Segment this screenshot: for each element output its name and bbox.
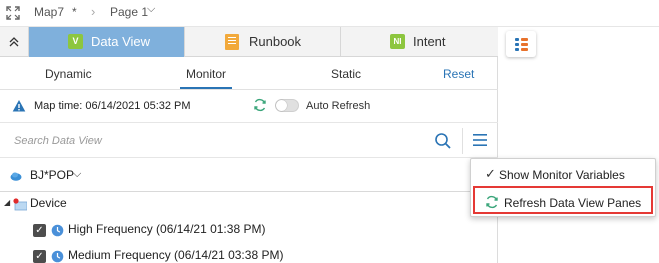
search-row — [0, 124, 498, 158]
tab-intent-label: Intent — [413, 34, 446, 49]
menu-item-label: Show Monitor Variables — [499, 168, 625, 182]
active-subtab-indicator — [180, 87, 232, 89]
tab-data-view[interactable]: V Data View — [29, 27, 185, 57]
auto-refresh-label: Auto Refresh — [306, 100, 371, 112]
tree-item[interactable]: ✓ Medium Frequency (06/14/21 03:38 PM) — [0, 245, 498, 263]
subtab-static[interactable]: Static — [331, 67, 361, 81]
subtab-monitor[interactable]: Monitor — [186, 67, 226, 81]
tab-data-view-label: Data View — [91, 34, 151, 49]
view-mode-tabs: Dynamic Monitor Static Reset — [0, 58, 498, 90]
unsaved-indicator: * — [72, 5, 77, 19]
checkbox-checked[interactable]: ✓ — [33, 224, 46, 237]
refresh-icon[interactable] — [253, 98, 267, 112]
checkmark-icon: ✓ — [485, 166, 496, 181]
double-chevron-up-icon — [9, 37, 19, 47]
data-view-panel: V Data View Runbook NI Intent Dynamic Mo… — [0, 27, 498, 263]
warning-icon — [12, 100, 26, 112]
search-divider — [462, 128, 463, 154]
tab-runbook-label: Runbook — [249, 34, 302, 49]
map-time-row: Map time: 06/14/2021 05:32 PM Auto Refre… — [0, 91, 498, 123]
tab-runbook[interactable]: Runbook — [185, 27, 341, 57]
site-selector-row[interactable]: BJ*POP ⌵ — [0, 159, 498, 192]
site-cloud-icon — [10, 172, 22, 181]
tree-node-label: Device — [30, 196, 67, 210]
search-input[interactable] — [6, 129, 426, 153]
subtab-dynamic[interactable]: Dynamic — [45, 67, 92, 81]
top-breadcrumb-bar: Map7 * › Page 1 ⌵ — [0, 0, 659, 27]
page-dropdown-chevron-icon[interactable]: ⌵ — [147, 3, 155, 16]
runbook-book-icon — [225, 34, 239, 50]
highlight-box — [473, 186, 653, 214]
clock-icon — [51, 250, 64, 263]
checkbox-checked[interactable]: ✓ — [33, 250, 46, 263]
site-dropdown-chevron-icon[interactable]: ⌵ — [73, 168, 81, 181]
tree-item-label: Medium Frequency (06/14/21 03:38 PM) — [68, 248, 284, 262]
site-label: BJ*POP — [30, 168, 75, 182]
clock-icon — [51, 224, 64, 237]
breadcrumb-map[interactable]: Map7 — [34, 5, 64, 19]
map-time-text: Map time: 06/14/2021 05:32 PM — [34, 100, 191, 112]
intent-badge-icon: NI — [390, 34, 405, 49]
tree-item-label: High Frequency (06/14/21 01:38 PM) — [68, 222, 266, 236]
hamburger-menu-icon[interactable] — [473, 134, 487, 146]
tree-item[interactable]: ✓ High Frequency (06/14/21 01:38 PM) — [0, 219, 498, 241]
tab-intent[interactable]: NI Intent — [341, 27, 498, 57]
menu-item-show-monitor-variables[interactable]: ✓ Show Monitor Variables — [471, 161, 657, 187]
breadcrumb-page[interactable]: Page 1 — [110, 5, 148, 19]
breadcrumb-separator: › — [91, 4, 96, 19]
search-icon[interactable] — [434, 132, 452, 150]
device-folder-icon — [13, 198, 27, 211]
data-view-badge-icon: V — [68, 34, 83, 49]
expand-caret-icon[interactable]: ◢ — [4, 198, 10, 207]
tree-node-device[interactable]: ◢ Device — [0, 193, 498, 215]
auto-refresh-toggle[interactable] — [275, 99, 299, 112]
reset-link[interactable]: Reset — [443, 67, 474, 81]
view-list-button[interactable] — [506, 31, 536, 57]
collapse-panel-button[interactable] — [0, 27, 29, 57]
panel-tab-bar: V Data View Runbook NI Intent — [0, 27, 498, 57]
fullscreen-icon[interactable] — [6, 6, 20, 20]
